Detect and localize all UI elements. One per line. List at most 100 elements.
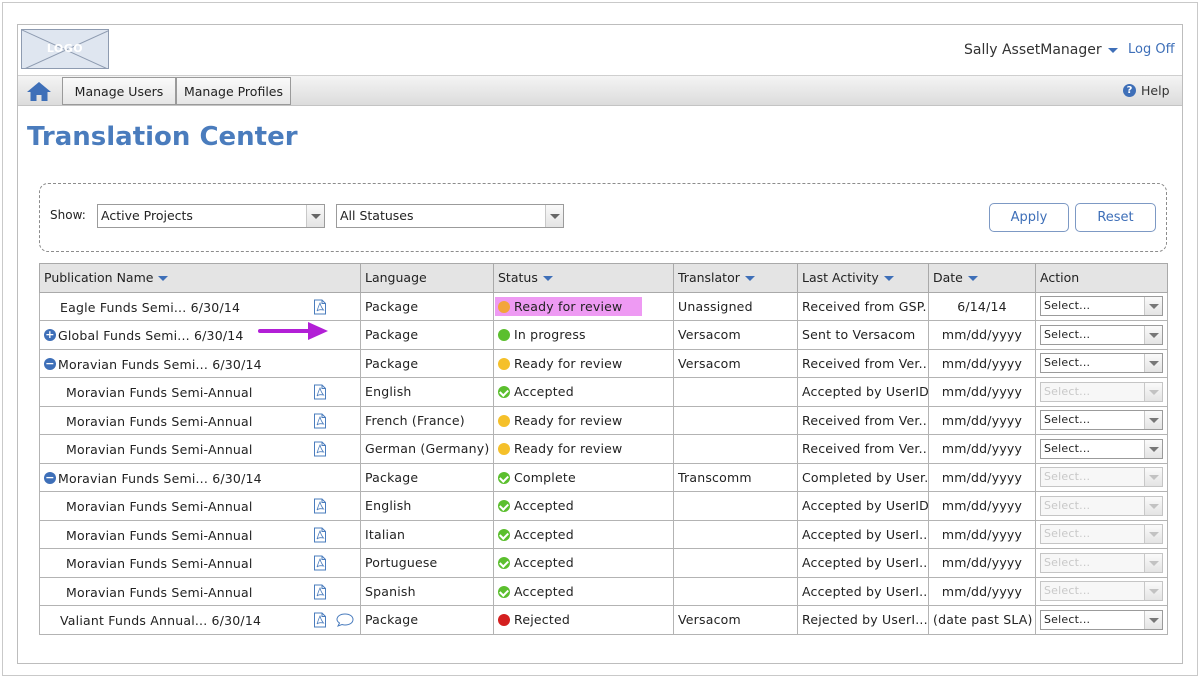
action-cell: Select... (1035, 377, 1168, 407)
pdf-icon[interactable] (313, 413, 327, 432)
action-select-value: Select... (1044, 327, 1091, 341)
publication-name: Moravian Funds Semi-Annual (66, 499, 253, 514)
dropdown-arrow-icon (1144, 297, 1162, 316)
column-header-status[interactable]: Status (493, 263, 674, 293)
dropdown-arrow-icon (1144, 411, 1162, 430)
status-dot-yellow-icon (498, 443, 510, 456)
date-cell: mm/dd/yyyy (928, 377, 1036, 407)
dropdown-arrow-icon (306, 205, 324, 227)
sort-caret-icon[interactable] (883, 276, 894, 282)
dropdown-arrow-icon (1144, 439, 1162, 458)
sort-caret-icon[interactable] (967, 276, 978, 282)
pdf-icon[interactable] (313, 299, 327, 318)
logoff-link[interactable]: Log Off (1128, 42, 1175, 57)
status-dot-green-icon (498, 329, 510, 342)
status-cell: Accepted (493, 519, 674, 549)
collapse-minus-icon[interactable]: − (44, 471, 56, 484)
action-cell: Select... (1035, 519, 1168, 549)
publication-name: Moravian Funds Semi... 6/30/14 (58, 356, 262, 372)
home-icon[interactable] (26, 81, 52, 102)
last-activity-cell: Received from Ver... (797, 348, 929, 378)
status-cell: Accepted (493, 377, 674, 407)
status-filter-select[interactable]: All Statuses (336, 204, 564, 228)
check-circle-icon (498, 386, 510, 399)
language-cell: Package (360, 320, 494, 350)
dropdown-arrow-icon (1144, 553, 1162, 572)
publication-name: Moravian Funds Semi-Annual (66, 584, 253, 600)
publication-name: Eagle Funds Semi... 6/30/14 (60, 299, 241, 315)
tab-manage-users[interactable]: Manage Users (62, 77, 176, 105)
publication-name-cell: Moravian Funds Semi-Annual (39, 576, 361, 606)
status-dot-yellow-icon (498, 357, 510, 370)
column-header-last-activity[interactable]: Last Activity (797, 263, 929, 293)
pdf-icon[interactable] (313, 441, 327, 460)
annotation-arrow-icon (258, 322, 328, 340)
status-text: Accepted (514, 555, 574, 571)
help-link[interactable]: ? Help (1123, 83, 1170, 98)
translator-cell (673, 377, 798, 407)
pdf-icon[interactable] (313, 612, 327, 631)
pdf-icon[interactable] (313, 584, 327, 603)
action-select[interactable]: Select... (1040, 438, 1163, 459)
expand-plus-icon[interactable]: + (44, 329, 56, 341)
publication-name-cell: Moravian Funds Semi-Annual (39, 434, 361, 464)
table-row: Moravian Funds Semi-Annual German (German… (39, 434, 1168, 464)
tab-manage-profiles[interactable]: Manage Profiles (176, 77, 291, 105)
action-select[interactable]: Select... (1040, 410, 1163, 431)
date-cell: mm/dd/yyyy (928, 548, 1036, 578)
date-cell: 6/14/14 (928, 291, 1036, 321)
apply-button[interactable]: Apply (989, 203, 1069, 232)
column-header-translator[interactable]: Translator (673, 263, 798, 293)
language-cell: Package (360, 348, 494, 378)
nav-bar: Manage Users Manage Profiles ? Help (18, 75, 1182, 106)
action-select[interactable]: Select... (1040, 353, 1163, 374)
action-select[interactable]: Select... (1040, 296, 1163, 317)
table-row: Moravian Funds Semi-Annual English Accepte… (39, 377, 1168, 407)
project-filter-select[interactable]: Active Projects (97, 204, 325, 228)
status-text: Complete (514, 469, 576, 485)
dropdown-arrow-icon (545, 205, 563, 227)
language-cell: Package (360, 605, 494, 635)
action-cell: Select... (1035, 576, 1168, 606)
status-text: Ready for review (514, 298, 623, 314)
last-activity-cell: Accepted by UserID (797, 491, 929, 521)
status-cell: Ready for review (493, 348, 674, 378)
logo-text: LOGO (46, 42, 84, 55)
action-select-value: Select... (1044, 299, 1091, 313)
table-row: + Global Funds Semi... 6/30/14 Package In p… (39, 320, 1168, 350)
check-circle-icon (498, 500, 510, 513)
language-cell: Package (360, 291, 494, 321)
date-cell: mm/dd/yyyy (928, 434, 1036, 464)
column-header-date[interactable]: Date (928, 263, 1036, 293)
translator-cell (673, 491, 798, 521)
sort-caret-icon[interactable] (542, 276, 553, 282)
action-select[interactable]: Select... (1040, 324, 1163, 345)
action-select-value: Select... (1044, 498, 1091, 512)
collapse-minus-icon[interactable]: − (44, 357, 56, 370)
action-select[interactable]: Select... (1040, 609, 1163, 630)
pdf-icon[interactable] (313, 527, 327, 546)
sort-caret-icon[interactable] (744, 276, 755, 282)
pdf-icon[interactable] (313, 384, 327, 403)
action-select-value: Select... (1044, 356, 1091, 370)
action-select: Select... (1040, 495, 1163, 516)
status-cell: Rejected (493, 605, 674, 635)
user-menu[interactable]: Sally AssetManager (964, 42, 1118, 58)
user-name: Sally AssetManager (964, 42, 1102, 58)
status-cell: Accepted (493, 576, 674, 606)
last-activity-cell: Accepted by UserI... (797, 576, 929, 606)
dropdown-arrow-icon (1144, 610, 1162, 629)
sort-caret-icon[interactable] (158, 276, 169, 282)
column-header-publication-name[interactable]: Publication Name (39, 263, 361, 293)
action-cell: Select... (1035, 605, 1168, 635)
language-cell: Package (360, 462, 494, 492)
pdf-icon[interactable] (313, 555, 327, 574)
check-circle-icon (498, 585, 510, 598)
date-cell: mm/dd/yyyy (928, 405, 1036, 435)
dropdown-arrow-icon (1144, 582, 1162, 601)
chevron-down-icon (1107, 47, 1118, 53)
pdf-icon[interactable] (313, 498, 327, 517)
action-select: Select... (1040, 524, 1163, 545)
reset-button[interactable]: Reset (1075, 203, 1156, 232)
comment-icon[interactable] (336, 613, 354, 630)
